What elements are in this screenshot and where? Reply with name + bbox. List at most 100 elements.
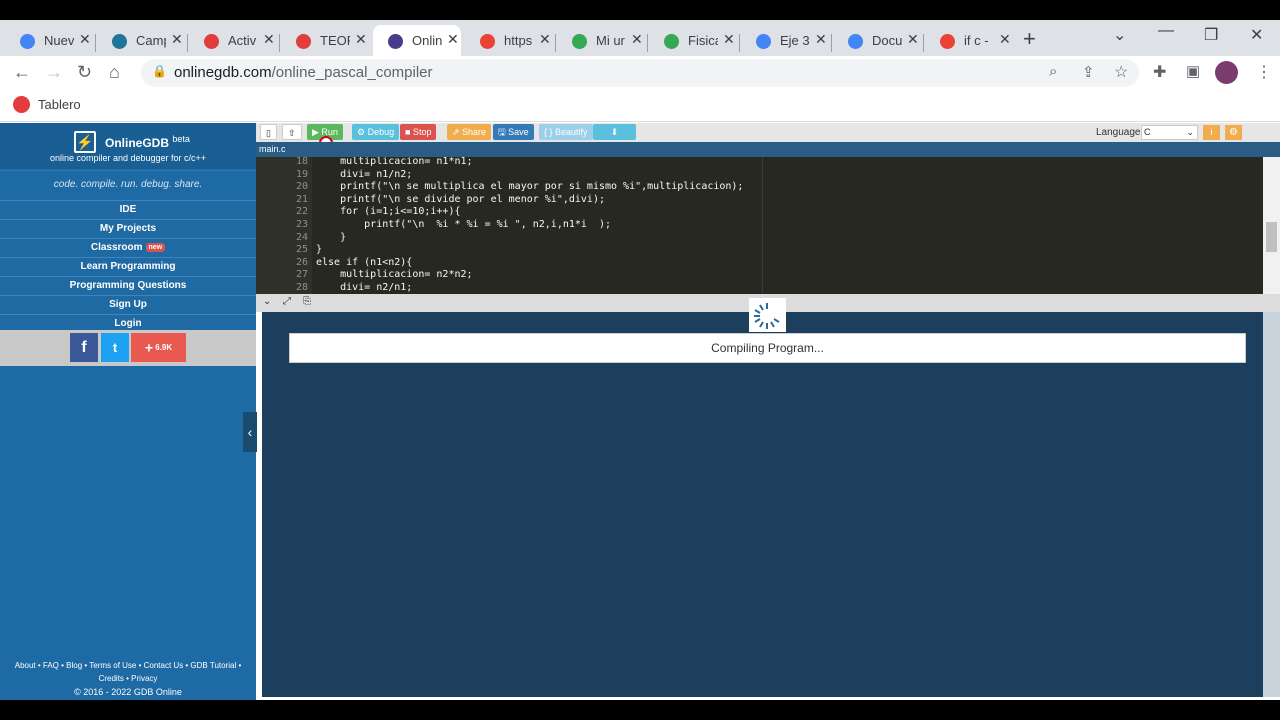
browser-tab[interactable]: Fisica ✕ xyxy=(649,25,737,56)
code-line: 21 printf("\n se divide por el menor %i"… xyxy=(256,194,1266,207)
code-text: printf("\n %i * %i = %i ", n2,i,n1*i ); xyxy=(316,219,612,230)
download-button[interactable]: ⬇ xyxy=(593,124,636,140)
browser-tab[interactable]: Nuev ✕ xyxy=(5,25,93,56)
new-file-icon[interactable]: ▯ xyxy=(260,124,277,140)
browser-tab[interactable]: Eje 3 ✕ xyxy=(741,25,829,56)
browser-tab[interactable]: if c - ✕ xyxy=(925,25,1013,56)
close-tab-icon[interactable]: ✕ xyxy=(79,31,91,48)
new-tab-button[interactable]: + xyxy=(1023,26,1036,52)
output-scrollbar[interactable] xyxy=(1263,312,1280,697)
expand-icon[interactable]: ⤢ xyxy=(283,296,291,307)
motto: code. compile. run. debug. share. xyxy=(0,170,256,200)
close-tab-icon[interactable]: ✕ xyxy=(723,31,735,48)
reload-icon[interactable]: ↻ xyxy=(77,62,92,83)
sidebar-item-learn-programming[interactable]: Learn Programming xyxy=(0,257,256,276)
output-console[interactable] xyxy=(262,312,1263,697)
profile-avatar[interactable] xyxy=(1215,61,1238,84)
canvas-icon xyxy=(13,96,30,113)
close-tab-icon[interactable]: ✕ xyxy=(999,31,1011,48)
close-tab-icon[interactable]: ✕ xyxy=(447,31,459,48)
code-line: 19 divi= n1/n2; xyxy=(256,169,1266,182)
line-number: 20 xyxy=(295,181,308,193)
code-text: divi= n2/n1; xyxy=(316,282,413,293)
screen-bottom-letterbox xyxy=(0,700,1280,720)
zoom-search-icon[interactable]: ⌕ xyxy=(1049,63,1057,80)
browser-tab[interactable]: Docu ✕ xyxy=(833,25,921,56)
plus-icon: + xyxy=(144,339,154,356)
close-tab-icon[interactable]: ✕ xyxy=(907,31,919,48)
browser-tab-strip: Nuev✕Camp✕Activ✕TEOR✕Onlin✕https✕Mi ur✕F… xyxy=(0,20,1280,56)
url-text[interactable]: onlinegdb.com/online_pascal_compiler xyxy=(174,64,433,81)
twitter-icon[interactable]: t xyxy=(101,333,129,362)
extensions-puzzle-icon[interactable]: ✚ xyxy=(1153,62,1166,82)
share-count-button[interactable]: + 6.9K xyxy=(131,333,186,362)
browser-tab[interactable]: Activ ✕ xyxy=(189,25,277,56)
line-number: 25 xyxy=(295,244,308,256)
line-number: 23 xyxy=(295,219,308,230)
stop-button[interactable]: ■ Stop xyxy=(400,124,437,140)
close-tab-icon[interactable]: ✕ xyxy=(815,31,827,48)
close-tab-icon[interactable]: ✕ xyxy=(355,31,367,48)
sidebar-menu: IDE My Projects Classroom new Learn Progr… xyxy=(0,200,256,333)
code-line: 22 for (i=1;i<=10;i++){ xyxy=(256,206,1266,219)
beautify-button[interactable]: { } Beautify xyxy=(539,124,593,140)
close-tab-icon[interactable]: ✕ xyxy=(171,31,183,48)
browser-tab[interactable]: Onlin ✕ xyxy=(373,25,461,56)
bookmark-star-icon[interactable]: ☆ xyxy=(1114,62,1128,82)
tab-title: Camp xyxy=(136,33,166,48)
footer-links-line2[interactable]: Credits • Privacy xyxy=(0,672,256,685)
brand-name[interactable]: OnlineGDB beta xyxy=(105,134,190,150)
collapse-output-chevron-icon[interactable]: ⌄ xyxy=(263,296,271,307)
tab-search-chevron-icon[interactable]: ⌄ xyxy=(1113,25,1126,45)
editor-scrollbar-thumb[interactable] xyxy=(1266,222,1277,252)
sidebar-item-programming-questions[interactable]: Programming Questions xyxy=(0,276,256,295)
browser-tab[interactable]: https ✕ xyxy=(465,25,553,56)
side-panel-icon[interactable]: ▣ xyxy=(1186,62,1200,80)
footer-links-line1[interactable]: About • FAQ • Blog • Terms of Use • Cont… xyxy=(0,659,256,672)
line-number: 21 xyxy=(295,193,308,205)
google-icon xyxy=(480,34,495,49)
lock-icon[interactable]: 🔒 xyxy=(152,64,167,78)
facebook-icon[interactable]: f xyxy=(70,333,98,362)
line-number: 28 xyxy=(295,282,308,293)
bookmark-tablero[interactable]: Tablero xyxy=(38,97,81,112)
share-button[interactable]: ⇗ Share xyxy=(447,124,492,140)
file-tab-main-c[interactable]: main.c xyxy=(259,144,286,154)
debug-button[interactable]: ⚙ Debug xyxy=(352,124,400,140)
collapse-sidebar-chevron-icon[interactable]: ‹ xyxy=(243,412,257,452)
sidebar-item-sign-up[interactable]: Sign Up xyxy=(0,295,256,314)
sidebar-item-classroom[interactable]: Classroom new xyxy=(0,238,256,257)
close-tab-icon[interactable]: ✕ xyxy=(263,31,275,48)
language-value: C xyxy=(1144,127,1151,137)
sidebar-item-my-projects[interactable]: My Projects xyxy=(0,219,256,238)
save-button[interactable]: 🖫 Save xyxy=(493,124,534,140)
brand-beta: beta xyxy=(172,134,190,144)
close-tab-icon[interactable]: ✕ xyxy=(539,31,551,48)
forward-arrow-icon[interactable]: → xyxy=(45,62,63,83)
close-window-button[interactable]: ✕ xyxy=(1250,25,1263,45)
gear-icon[interactable]: ⚙ xyxy=(1225,125,1242,140)
back-arrow-icon[interactable]: ← xyxy=(13,62,31,83)
code-editor[interactable]: 18 multiplicacion= n1*n1; 19 divi= n1/n2;… xyxy=(256,157,1280,294)
tab-title: Nuev xyxy=(44,33,74,48)
close-tab-icon[interactable]: ✕ xyxy=(631,31,643,48)
minimize-button[interactable]: — xyxy=(1158,22,1174,40)
copy-icon[interactable]: ⎘ xyxy=(303,296,311,307)
upload-icon[interactable]: ⇧ xyxy=(282,124,302,140)
info-icon[interactable]: i xyxy=(1203,125,1220,140)
new-badge: new xyxy=(145,242,166,252)
code-line: 28 divi= n2/n1; xyxy=(256,282,1266,294)
tab-separator xyxy=(95,34,96,52)
menu-kebab-icon[interactable]: ⋮ xyxy=(1256,62,1272,82)
browser-tab[interactable]: Camp ✕ xyxy=(97,25,185,56)
share-page-icon[interactable]: ⇪ xyxy=(1082,63,1095,81)
home-icon[interactable]: ⌂ xyxy=(109,62,120,83)
tab-title: Eje 3 xyxy=(780,33,810,48)
restore-button[interactable]: ❐ xyxy=(1204,25,1218,45)
browser-tab[interactable]: TEOR ✕ xyxy=(281,25,369,56)
language-select[interactable]: C ⌄ xyxy=(1141,125,1198,140)
sidebar-item-ide[interactable]: IDE xyxy=(0,200,256,219)
bookmarks-bar xyxy=(0,91,1280,122)
browser-tab[interactable]: Mi ur ✕ xyxy=(557,25,645,56)
social-share-bar: f t + 6.9K xyxy=(0,330,256,366)
